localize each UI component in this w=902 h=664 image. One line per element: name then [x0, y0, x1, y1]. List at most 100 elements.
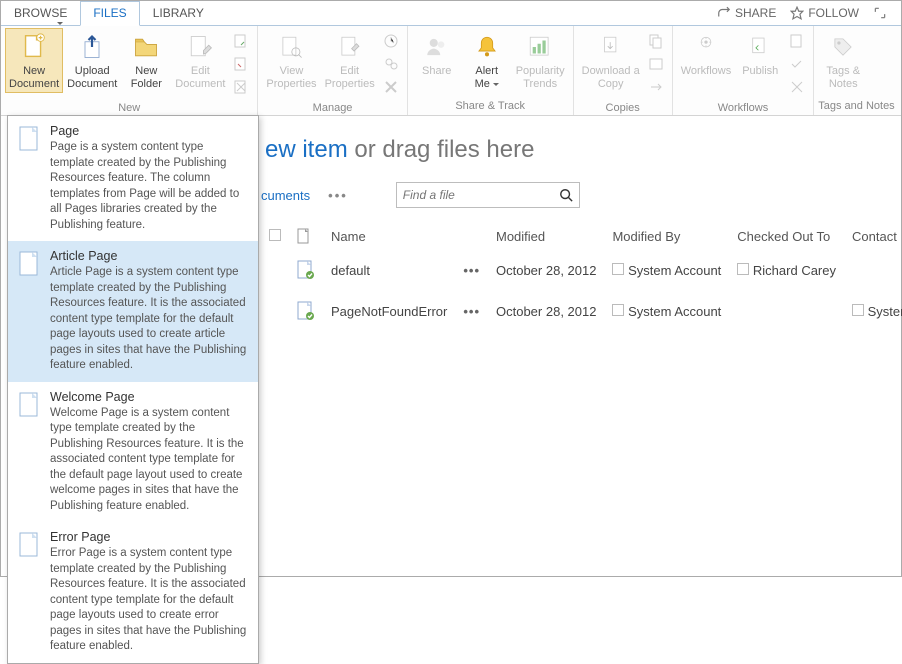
go-to-source-icon[interactable] — [645, 76, 667, 98]
fullscreen-action[interactable] — [873, 6, 887, 20]
dropdown-item-desc: Article Page is a system content type te… — [50, 265, 248, 374]
new-document-icon — [18, 31, 50, 63]
tags-notes-button[interactable]: Tags & Notes — [818, 28, 868, 93]
tags-notes-label: Tags & Notes — [826, 65, 860, 90]
table-row[interactable]: default•••October 28, 2012 System Accoun… — [261, 250, 902, 291]
col-type[interactable] — [289, 222, 323, 250]
folder-icon — [130, 31, 162, 63]
tab-files[interactable]: FILES — [80, 1, 139, 26]
cell-checkedout — [729, 291, 844, 332]
download-icon — [595, 31, 627, 63]
share-label: SHARE — [735, 6, 776, 20]
popularity-trends-button[interactable]: Popularity Trends — [512, 28, 569, 93]
table-row[interactable]: PageNotFoundError•••October 28, 2012 Sys… — [261, 291, 902, 332]
file-table: Name Modified Modified By Checked Out To… — [261, 222, 902, 332]
edit-document-button[interactable]: Edit Document — [171, 28, 229, 93]
delete-icon[interactable] — [380, 76, 402, 98]
alert-me-button[interactable]: Alert Me — [462, 28, 512, 93]
dropdown-caret-icon — [54, 17, 63, 30]
row-menu[interactable]: ••• — [463, 263, 480, 278]
all-documents-link[interactable]: cuments — [261, 188, 310, 203]
dropdown-item[interactable]: Welcome PageWelcome Page is a system con… — [8, 382, 258, 523]
workflows-label: Workflows — [681, 65, 732, 78]
cell-modified: October 28, 2012 — [488, 250, 604, 291]
col-modified[interactable]: Modified — [488, 222, 604, 250]
search-icon[interactable] — [559, 188, 573, 202]
col-checkedout[interactable]: Checked Out To — [729, 222, 844, 250]
ribbon-group-sharetrack: Share Alert Me Popularity Trends Share &… — [408, 26, 574, 115]
edit-document-icon — [184, 31, 216, 63]
new-folder-button[interactable]: New Folder — [121, 28, 171, 93]
edit-properties-icon — [334, 31, 366, 63]
share-button[interactable]: Share — [412, 28, 462, 81]
cell-modifiedby: System Account — [604, 291, 729, 332]
checkin-icon[interactable] — [230, 53, 252, 75]
col-contact[interactable]: Contact — [844, 222, 902, 250]
fullscreen-icon — [873, 6, 887, 20]
discard-checkout-icon[interactable] — [230, 76, 252, 98]
person-checkbox[interactable] — [737, 263, 749, 275]
dropdown-item-title: Article Page — [50, 249, 248, 263]
share-action[interactable]: SHARE — [717, 6, 776, 20]
dropdown-item-desc: Error Page is a system content type temp… — [50, 546, 248, 655]
cell-contact: System Accou — [844, 291, 902, 332]
share-btn-label: Share — [422, 65, 451, 78]
unpublish-icon[interactable] — [786, 30, 808, 52]
cell-name[interactable]: PageNotFoundError — [323, 291, 455, 332]
search-box[interactable] — [396, 182, 580, 208]
upload-document-label: Upload Document — [67, 65, 117, 90]
dropdown-item[interactable]: Error PageError Page is a system content… — [8, 522, 258, 663]
file-type-icon — [297, 260, 315, 278]
send-to-icon[interactable] — [645, 30, 667, 52]
star-icon — [790, 6, 804, 20]
new-document-button[interactable]: New Document — [5, 28, 63, 93]
version-history-icon[interactable] — [380, 30, 402, 52]
new-item-rest: or drag files here — [348, 136, 535, 163]
view-properties-label: View Properties — [266, 65, 316, 90]
ribbon-group-workflows: Workflows Publish Workflows — [673, 26, 815, 115]
new-item-heading[interactable]: ew item or drag files here — [265, 136, 901, 164]
page-icon — [18, 530, 42, 655]
dropdown-item[interactable]: PagePage is a system content type templa… — [8, 116, 258, 241]
workflows-button[interactable]: Workflows — [677, 28, 736, 81]
tab-library[interactable]: LIBRARY — [140, 1, 217, 25]
list-options-menu[interactable]: ••• — [328, 188, 348, 203]
edit-properties-button[interactable]: Edit Properties — [321, 28, 379, 93]
content-area: ew item or drag files here cuments ••• N… — [241, 116, 901, 332]
select-all-checkbox[interactable] — [269, 229, 281, 241]
view-properties-button[interactable]: View Properties — [262, 28, 320, 93]
follow-action[interactable]: FOLLOW — [790, 6, 859, 20]
manage-copies-icon[interactable] — [645, 53, 667, 75]
cancel-approval-icon[interactable] — [786, 76, 808, 98]
checkout-icon[interactable] — [230, 30, 252, 52]
download-copy-button[interactable]: Download a Copy — [578, 28, 644, 93]
publish-button[interactable]: Publish — [735, 28, 785, 81]
person-checkbox[interactable] — [612, 304, 624, 316]
col-name[interactable]: Name — [323, 222, 455, 250]
person-checkbox[interactable] — [852, 304, 864, 316]
approve-reject-icon[interactable] — [786, 53, 808, 75]
tab-browse[interactable]: BROWSE — [1, 1, 80, 25]
bell-icon — [471, 31, 503, 63]
list-toolbar: cuments ••• — [261, 182, 901, 208]
shared-with-icon[interactable] — [380, 53, 402, 75]
new-document-label: New Document — [9, 65, 59, 90]
row-menu[interactable]: ••• — [463, 304, 480, 319]
publish-label: Publish — [742, 65, 778, 78]
dropdown-item[interactable]: Article Page Article Page is a system con… — [8, 241, 258, 382]
cell-name[interactable]: default — [323, 250, 455, 291]
ribbon-group-label-sharetrack: Share & Track — [412, 98, 569, 115]
trends-icon — [524, 31, 556, 63]
search-input[interactable] — [403, 188, 543, 202]
page-icon — [18, 249, 42, 374]
upload-document-button[interactable]: Upload Document — [63, 28, 121, 93]
cell-checkedout: Richard Carey — [729, 250, 844, 291]
ribbon-group-label-manage: Manage — [262, 100, 402, 117]
page-icon — [18, 390, 42, 515]
follow-label: FOLLOW — [808, 6, 859, 20]
person-checkbox[interactable] — [612, 263, 624, 275]
dropdown-item-desc: Page is a system content type template c… — [50, 140, 248, 233]
col-modifiedby[interactable]: Modified By — [604, 222, 729, 250]
download-copy-label: Download a Copy — [582, 65, 640, 90]
ribbon-group-manage: View Properties Edit Properties Manage — [258, 26, 407, 115]
